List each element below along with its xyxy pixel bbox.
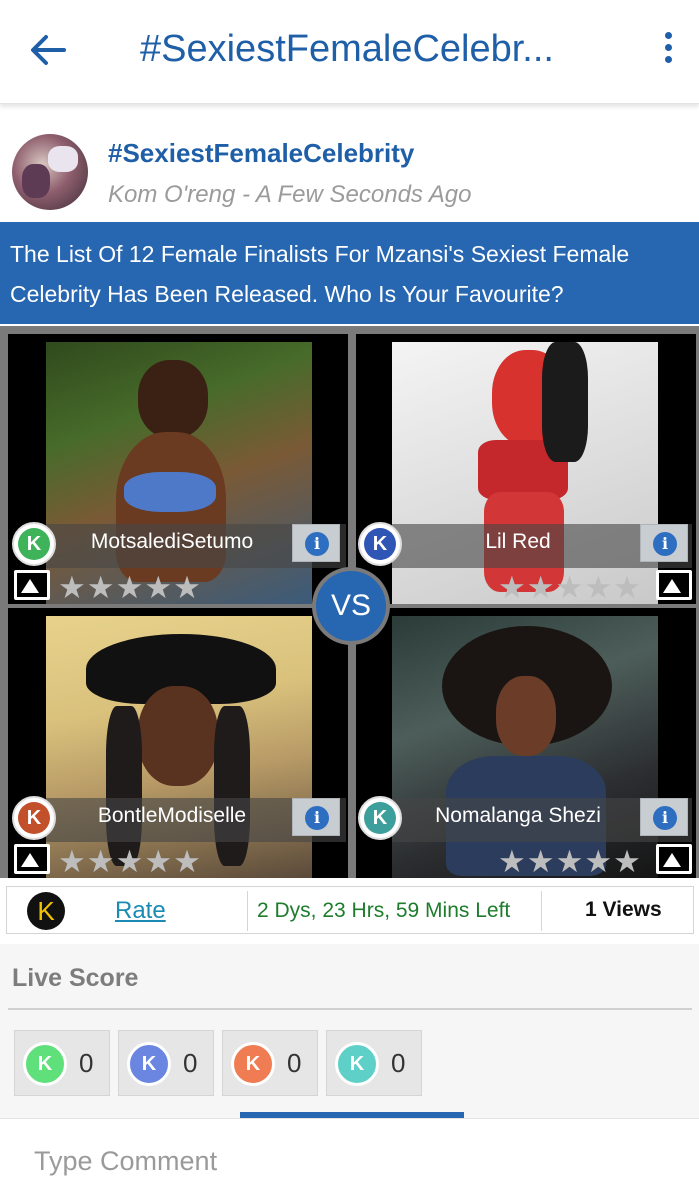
avatar-shape	[22, 164, 50, 198]
k-glyph: K	[349, 1053, 365, 1075]
info-icon: i	[305, 806, 329, 830]
k-logo-icon: K	[127, 1042, 171, 1086]
vs-badge: VS	[312, 567, 390, 645]
contestant-badge: K	[358, 522, 402, 566]
contestant-card[interactable]: MotsalediSetumo K i ★★★★★	[8, 334, 348, 604]
k-glyph: K	[245, 1053, 261, 1075]
contestant-badge: K	[358, 796, 402, 840]
divider	[8, 1008, 692, 1010]
score-value: 0	[183, 1048, 198, 1078]
score-value: 0	[79, 1048, 94, 1078]
rating-stars[interactable]: ★★★★★	[58, 570, 202, 604]
rating-stars[interactable]: ★★★★★	[58, 844, 202, 878]
contestant-card[interactable]: BontleModiselle K i ★★★★★	[8, 608, 348, 878]
rating-stars[interactable]: ★★★★★	[498, 844, 642, 878]
more-vert-dot	[664, 56, 672, 63]
arrow-left-icon	[31, 35, 66, 65]
info-button[interactable]: i	[640, 524, 688, 562]
page-title: #SexiestFemaleCelebr...	[140, 28, 554, 70]
info-button[interactable]: i	[292, 524, 340, 562]
k-logo-icon: K	[364, 528, 396, 560]
contestant-card[interactable]: Lil Red K i ★★★★★	[356, 334, 696, 604]
k-logo-icon: K	[335, 1042, 379, 1086]
score-chip: K 0	[118, 1030, 214, 1096]
post-meta: Kom O'reng - A Few Seconds Ago	[108, 181, 472, 208]
app-root: #SexiestFemaleCelebr... #SexiestFemaleCe…	[0, 0, 699, 1200]
overflow-menu-button[interactable]	[656, 32, 680, 68]
gallery-icon[interactable]	[14, 570, 50, 600]
rate-link[interactable]: Rate	[115, 897, 166, 925]
post-banner: The List Of 12 Female Finalists For Mzan…	[0, 222, 699, 324]
contestant-name: MotsalediSetumo	[90, 530, 254, 553]
k-logo-icon: K	[18, 528, 50, 560]
score-value: 0	[287, 1048, 302, 1078]
rate-star-icon[interactable]: K	[27, 892, 65, 930]
info-button[interactable]: i	[640, 798, 688, 836]
info-icon: i	[653, 532, 677, 556]
figure-swimwear	[124, 472, 216, 512]
k-logo-icon: K	[37, 896, 55, 926]
contestant-badge: K	[12, 796, 56, 840]
views-count: 1 Views	[585, 898, 662, 921]
contestant-name: BontleModiselle	[97, 804, 247, 827]
gallery-icon[interactable]	[14, 844, 50, 874]
score-chip: K 0	[222, 1030, 318, 1096]
figure-arm	[542, 342, 588, 462]
score-chip: K 0	[326, 1030, 422, 1096]
contestant-badge: K	[12, 522, 56, 566]
contestant-card[interactable]: Nomalanga Shezi K i ★★★★★	[356, 608, 696, 878]
contestant-name: Lil Red	[485, 530, 551, 553]
figure-face	[496, 676, 556, 756]
figure-face	[138, 686, 218, 786]
figure-braids	[106, 706, 142, 866]
info-icon: i	[305, 532, 329, 556]
more-vert-dot	[664, 44, 672, 51]
gallery-icon[interactable]	[656, 844, 692, 874]
rating-stars[interactable]: ★★★★★	[498, 570, 642, 604]
author-avatar[interactable]	[12, 134, 88, 210]
contestant-name: Nomalanga Shezi	[435, 804, 601, 827]
figure-braids	[214, 706, 250, 866]
k-glyph: K	[37, 1053, 53, 1075]
avatar-shape	[48, 146, 78, 172]
live-score-title: Live Score	[12, 964, 139, 992]
top-bar: #SexiestFemaleCelebr...	[0, 0, 699, 104]
info-icon: i	[653, 806, 677, 830]
figure-head	[138, 360, 208, 438]
rating-row: K Rate 2 Dys, 23 Hrs, 59 Mins Left 1 Vie…	[6, 886, 694, 934]
k-logo-icon: K	[23, 1042, 67, 1086]
k-logo-icon: K	[364, 802, 396, 834]
back-button[interactable]	[28, 30, 68, 70]
score-chip: K 0	[14, 1030, 110, 1096]
divider	[247, 891, 248, 931]
comment-bar	[0, 1118, 699, 1200]
gallery-icon[interactable]	[656, 570, 692, 600]
more-vert-icon	[664, 32, 672, 39]
score-value: 0	[391, 1048, 406, 1078]
k-glyph: K	[141, 1053, 157, 1075]
divider	[541, 891, 542, 931]
info-button[interactable]: i	[292, 798, 340, 836]
k-logo-icon: K	[18, 802, 50, 834]
k-logo-icon: K	[231, 1042, 275, 1086]
comment-input[interactable]	[34, 1141, 654, 1181]
live-score-section: Live Score K 0 K 0 K 0 K 0	[0, 944, 699, 1120]
post-title[interactable]: #SexiestFemaleCelebrity	[108, 138, 414, 169]
time-left: 2 Dys, 23 Hrs, 59 Mins Left	[257, 899, 511, 922]
